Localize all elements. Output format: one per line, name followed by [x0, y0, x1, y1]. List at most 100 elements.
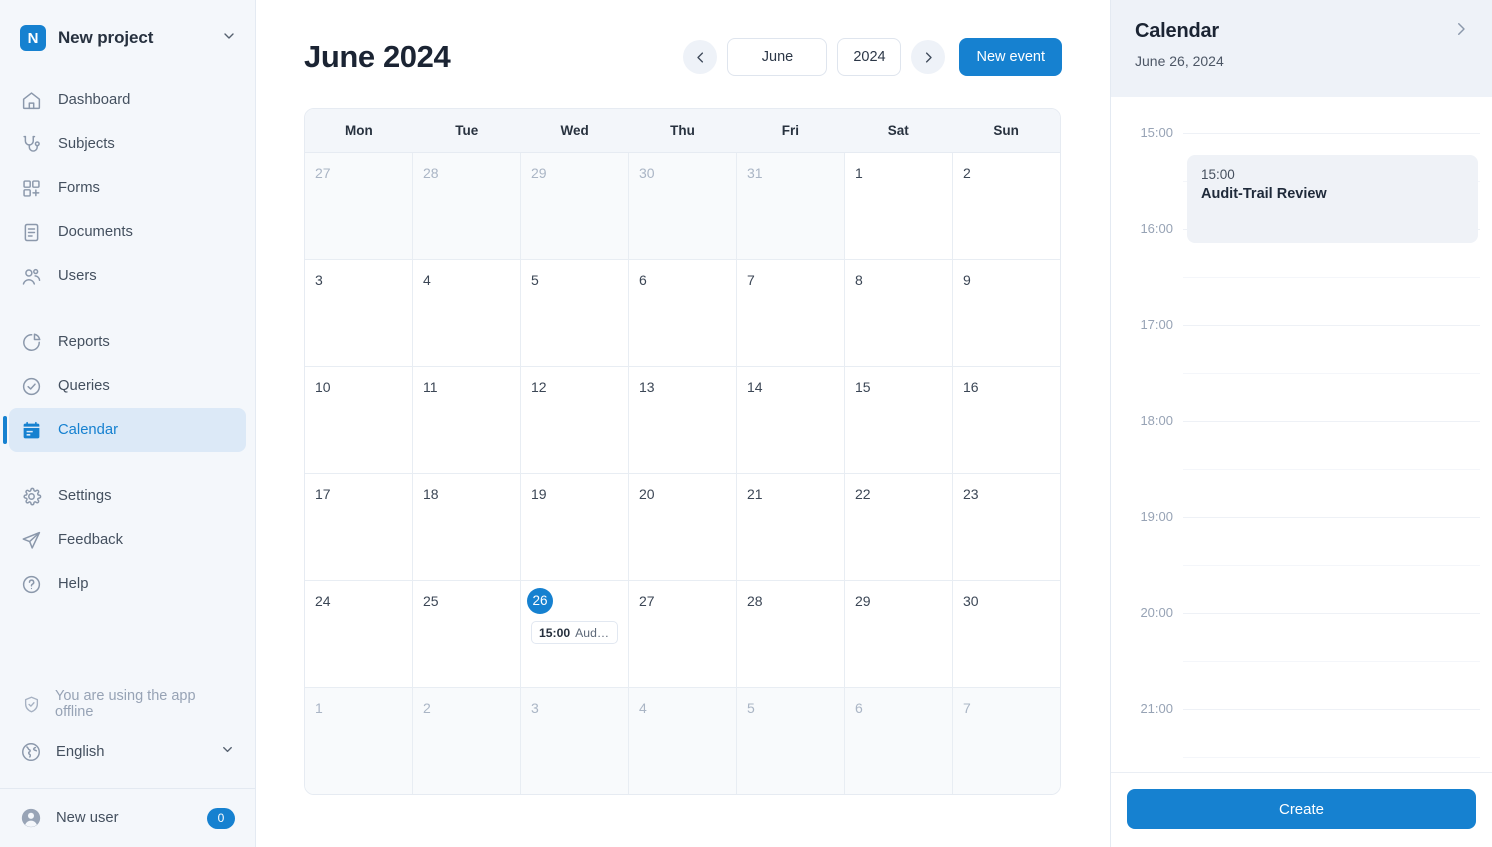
- timeline-event[interactable]: 15:00 Audit-Trail Review: [1187, 155, 1478, 243]
- calendar-day-cell[interactable]: 23: [952, 474, 1060, 580]
- time-slot-line: [1183, 613, 1480, 614]
- language-selector[interactable]: English: [0, 726, 255, 778]
- calendar-day-cell[interactable]: 2: [952, 153, 1060, 259]
- offline-status: You are using the app offline: [0, 682, 255, 726]
- calendar-day-cell[interactable]: 30: [952, 581, 1060, 687]
- sidebar-item-queries[interactable]: Queries: [9, 364, 246, 408]
- nav-divider-spacer: [9, 298, 246, 320]
- new-event-button[interactable]: New event: [959, 38, 1062, 76]
- calendar-event-time: 15:00: [539, 626, 570, 640]
- time-slot[interactable]: 19:00: [1111, 517, 1492, 613]
- calendar-day-cell[interactable]: 5: [520, 260, 628, 366]
- document-icon: [20, 221, 42, 243]
- calendar-day-cell[interactable]: 2: [412, 688, 520, 794]
- calendar-day-cell[interactable]: 6: [628, 260, 736, 366]
- time-slot[interactable]: 16:00: [1111, 229, 1492, 325]
- user-account[interactable]: New user 0: [0, 789, 255, 847]
- sidebar-item-users[interactable]: Users: [9, 254, 246, 298]
- sidebar-item-label: Calendar: [58, 422, 118, 438]
- detail-panel-header: Calendar June 26, 2024: [1111, 0, 1492, 97]
- calendar-day-cell[interactable]: 11: [412, 367, 520, 473]
- calendar-day-cell[interactable]: 29: [844, 581, 952, 687]
- calendar-day-cell[interactable]: 4: [628, 688, 736, 794]
- calendar-day-cell[interactable]: 18: [412, 474, 520, 580]
- calendar-day-cell[interactable]: 3: [305, 260, 412, 366]
- calendar-day-cell[interactable]: 13: [628, 367, 736, 473]
- time-slot[interactable]: 20:00: [1111, 613, 1492, 709]
- calendar-day-cell[interactable]: 10: [305, 367, 412, 473]
- calendar-day-cell[interactable]: 1: [844, 153, 952, 259]
- sidebar-item-calendar[interactable]: Calendar: [9, 408, 246, 452]
- sidebar-item-dashboard[interactable]: Dashboard: [9, 78, 246, 122]
- avatar: [20, 807, 42, 829]
- timeline-event-time: 15:00: [1201, 167, 1464, 182]
- calendar-day-cell[interactable]: 22: [844, 474, 952, 580]
- calendar-day-cell[interactable]: 17: [305, 474, 412, 580]
- next-month-button[interactable]: [911, 40, 945, 74]
- calendar-day-number: 5: [531, 270, 618, 290]
- time-slot-label: 16:00: [1111, 221, 1173, 236]
- calendar-day-cell[interactable]: 5: [736, 688, 844, 794]
- calendar-day-cell[interactable]: 21: [736, 474, 844, 580]
- sidebar-item-documents[interactable]: Documents: [9, 210, 246, 254]
- sidebar-item-forms[interactable]: Forms: [9, 166, 246, 210]
- calendar-day-cell[interactable]: 28: [736, 581, 844, 687]
- create-button[interactable]: Create: [1127, 789, 1476, 829]
- calendar-day-cell[interactable]: 27: [628, 581, 736, 687]
- calendar-day-cell[interactable]: 6: [844, 688, 952, 794]
- year-select[interactable]: 2024: [837, 38, 901, 76]
- calendar-day-cell[interactable]: 1: [305, 688, 412, 794]
- calendar-day-cell[interactable]: 19: [520, 474, 628, 580]
- calendar-day-cell[interactable]: 29: [520, 153, 628, 259]
- app-root: N New project Dashboard Subjects: [0, 0, 1492, 847]
- calendar-day-number: 27: [639, 591, 726, 611]
- calendar-day-number: 30: [963, 591, 1050, 611]
- calendar-day-cell[interactable]: 2615:00Audit...: [520, 581, 628, 687]
- calendar-day-cell[interactable]: 4: [412, 260, 520, 366]
- prev-month-button[interactable]: [683, 40, 717, 74]
- calendar-day-number: 3: [315, 270, 402, 290]
- calendar-day-cell[interactable]: 14: [736, 367, 844, 473]
- calendar-day-cell[interactable]: 27: [305, 153, 412, 259]
- time-slot[interactable]: 21:00: [1111, 709, 1492, 773]
- users-icon: [20, 265, 42, 287]
- paper-plane-icon: [20, 529, 42, 551]
- chevron-right-icon[interactable]: [1452, 20, 1470, 43]
- sidebar-item-feedback[interactable]: Feedback: [9, 518, 246, 562]
- calendar-day-cell[interactable]: 24: [305, 581, 412, 687]
- weekday-label: Fri: [736, 109, 844, 152]
- project-switcher[interactable]: N New project: [0, 0, 255, 76]
- time-slot-line: [1183, 709, 1480, 710]
- calendar-day-cell[interactable]: 12: [520, 367, 628, 473]
- time-slot[interactable]: 18:00: [1111, 421, 1492, 517]
- time-slot[interactable]: 17:00: [1111, 325, 1492, 421]
- calendar-nav-controls: June 2024 New event: [683, 38, 1062, 76]
- sidebar-item-subjects[interactable]: Subjects: [9, 122, 246, 166]
- calendar-day-cell[interactable]: 15: [844, 367, 952, 473]
- sidebar-item-reports[interactable]: Reports: [9, 320, 246, 364]
- calendar-day-number: 24: [315, 591, 402, 611]
- calendar-day-cell[interactable]: 7: [736, 260, 844, 366]
- calendar-day-cell[interactable]: 16: [952, 367, 1060, 473]
- chevron-down-icon[interactable]: [220, 742, 235, 762]
- sidebar-item-help[interactable]: Help: [9, 562, 246, 606]
- calendar-day-number: 4: [639, 698, 726, 718]
- calendar-day-cell[interactable]: 8: [844, 260, 952, 366]
- calendar-day-cell[interactable]: 7: [952, 688, 1060, 794]
- chevron-down-icon[interactable]: [221, 28, 237, 49]
- calendar-day-number: 11: [423, 377, 510, 397]
- calendar-grid: Mon Tue Wed Thu Fri Sat Sun 272829303112…: [304, 108, 1061, 795]
- calendar-event-pill[interactable]: 15:00Audit...: [531, 621, 618, 644]
- calendar-day-number: 16: [963, 377, 1050, 397]
- day-timeline[interactable]: 15:0016:0017:0018:0019:0020:0021:00 15:0…: [1111, 97, 1492, 773]
- calendar-day-cell[interactable]: 3: [520, 688, 628, 794]
- calendar-day-number: 27: [315, 163, 402, 183]
- calendar-day-cell[interactable]: 25: [412, 581, 520, 687]
- calendar-day-cell[interactable]: 28: [412, 153, 520, 259]
- calendar-day-cell[interactable]: 31: [736, 153, 844, 259]
- calendar-day-cell[interactable]: 30: [628, 153, 736, 259]
- month-select[interactable]: June: [727, 38, 827, 76]
- calendar-day-cell[interactable]: 9: [952, 260, 1060, 366]
- sidebar-item-settings[interactable]: Settings: [9, 474, 246, 518]
- calendar-day-cell[interactable]: 20: [628, 474, 736, 580]
